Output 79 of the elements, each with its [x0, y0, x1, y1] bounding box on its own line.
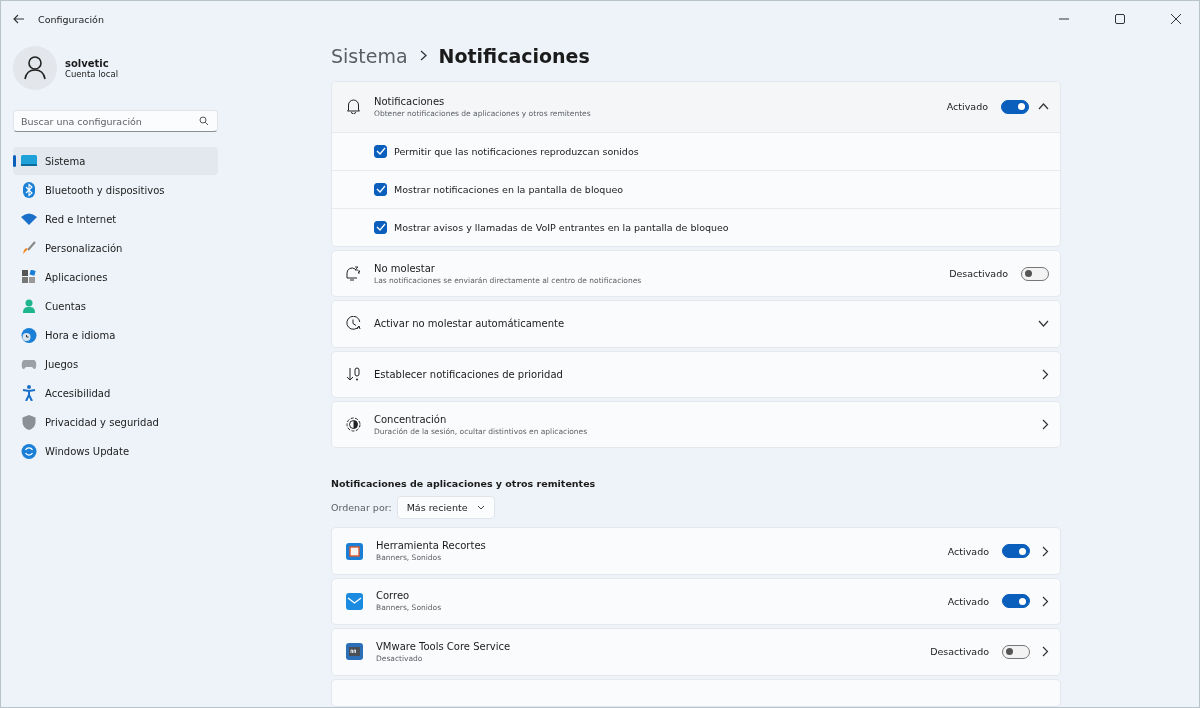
app-icon — [346, 643, 363, 661]
sidebar-item[interactable]: Privacidad y seguridad — [13, 408, 218, 436]
sidebar-item[interactable]: Cuentas — [13, 292, 218, 320]
shield-icon — [20, 414, 38, 430]
setting-row[interactable]: Activar no molestar automáticamente — [331, 300, 1061, 348]
setting-title: Concentración — [374, 413, 448, 425]
setting-title: Notificaciones — [374, 95, 446, 107]
toggle-switch[interactable] — [1002, 544, 1030, 559]
section-heading: Notificaciones de aplicaciones y otros remitentes — [331, 478, 597, 490]
sidebar-item[interactable]: Personalización — [13, 234, 218, 262]
toggle-state-label: Activado — [947, 596, 989, 607]
globe-clock-icon — [20, 327, 38, 343]
app-name: Correo — [376, 590, 411, 602]
sort-dropdown[interactable]: Más reciente — [396, 496, 496, 520]
back-arrow-icon[interactable] — [13, 14, 25, 24]
close-icon[interactable] — [1171, 14, 1181, 24]
checkbox-label: Permitir que las notificaciones reproduzcan sonidos — [394, 145, 639, 157]
checkbox[interactable] — [374, 182, 387, 196]
bluetooth-icon — [20, 182, 38, 198]
chevron-icon[interactable] — [1038, 103, 1049, 111]
wifi-icon — [20, 213, 38, 225]
user-name: solvetic — [65, 57, 110, 69]
toggle-switch[interactable] — [1001, 99, 1029, 114]
toggle-state-label: Activado — [947, 545, 989, 557]
apps-icon — [20, 270, 38, 284]
bell-icon — [346, 99, 361, 115]
toggle-switch[interactable] — [1021, 266, 1049, 281]
setting-row[interactable]: Establecer notificaciones de prioridad — [331, 350, 1061, 399]
sidebar-item[interactable]: Red e Internet — [13, 205, 218, 233]
sidebar-item[interactable]: Bluetooth y dispositivos — [13, 176, 218, 204]
sidebar-item[interactable]: Sistema — [13, 147, 218, 175]
sort-label: Ordenar por: — [331, 502, 392, 514]
chevron-down-icon — [1038, 320, 1049, 328]
search-field[interactable]: Buscar una configuración — [13, 110, 218, 132]
toggle-switch[interactable] — [1002, 594, 1030, 609]
avatar-icon — [13, 46, 57, 90]
chevron-right-icon — [1042, 545, 1049, 557]
chevron-right-icon — [419, 50, 427, 62]
chevron-right-icon — [1042, 368, 1049, 380]
sidebar-item[interactable]: Aplicaciones — [13, 263, 218, 291]
gamepad-icon — [20, 358, 38, 370]
paintbrush-icon — [20, 241, 38, 255]
maximize-icon[interactable] — [1115, 14, 1125, 24]
setting-title: No molestar — [374, 262, 436, 274]
toggle-switch[interactable] — [1002, 644, 1030, 659]
mail-icon — [346, 593, 363, 610]
focus-icon — [346, 417, 361, 433]
clock-icon — [346, 316, 361, 332]
snipping-tool-icon — [346, 542, 363, 560]
app-name: VMware Tools Core Service — [376, 640, 512, 652]
accessibility-icon — [20, 385, 38, 401]
chevron-right-icon — [1042, 596, 1049, 607]
checkbox[interactable] — [374, 144, 387, 158]
app-name: Herramienta Recortes — [376, 540, 487, 552]
toggle-state-label: Desactivado — [949, 268, 1008, 280]
caret-icon — [477, 505, 486, 511]
chevron-right-icon — [1042, 646, 1049, 658]
breadcrumb-parent[interactable]: Sistema — [331, 44, 408, 67]
priority-icon — [346, 366, 361, 382]
page-title: Notificaciones — [438, 44, 590, 67]
sidebar-item[interactable]: Hora e idioma — [13, 321, 218, 349]
person-icon — [20, 299, 38, 313]
checkbox-label: Mostrar avisos y llamadas de VoIP entrantes en la pantalla de bloqueo — [394, 221, 729, 233]
sidebar-item[interactable]: Juegos — [13, 350, 218, 378]
toggle-state-label: Activado — [946, 101, 988, 113]
toggle-state-label: Desactivado — [930, 646, 989, 658]
monitor-icon — [20, 155, 38, 167]
update-icon — [20, 443, 38, 459]
search-icon — [199, 116, 209, 126]
checkbox[interactable] — [374, 220, 387, 234]
sidebar-item[interactable]: Accesibilidad — [13, 379, 218, 407]
sidebar-item[interactable]: Windows Update — [13, 437, 218, 465]
setting-title: Activar no molestar automáticamente — [374, 318, 566, 330]
bell-snooze-icon — [346, 266, 361, 282]
setting-title: Establecer notificaciones de prioridad — [374, 368, 564, 380]
chevron-right-icon — [1042, 419, 1049, 431]
account-type: Cuenta local — [65, 68, 118, 79]
window-title: Configuración — [38, 13, 104, 25]
checkbox-label: Mostrar notificaciones en la pantalla de bloqueo — [394, 183, 624, 195]
